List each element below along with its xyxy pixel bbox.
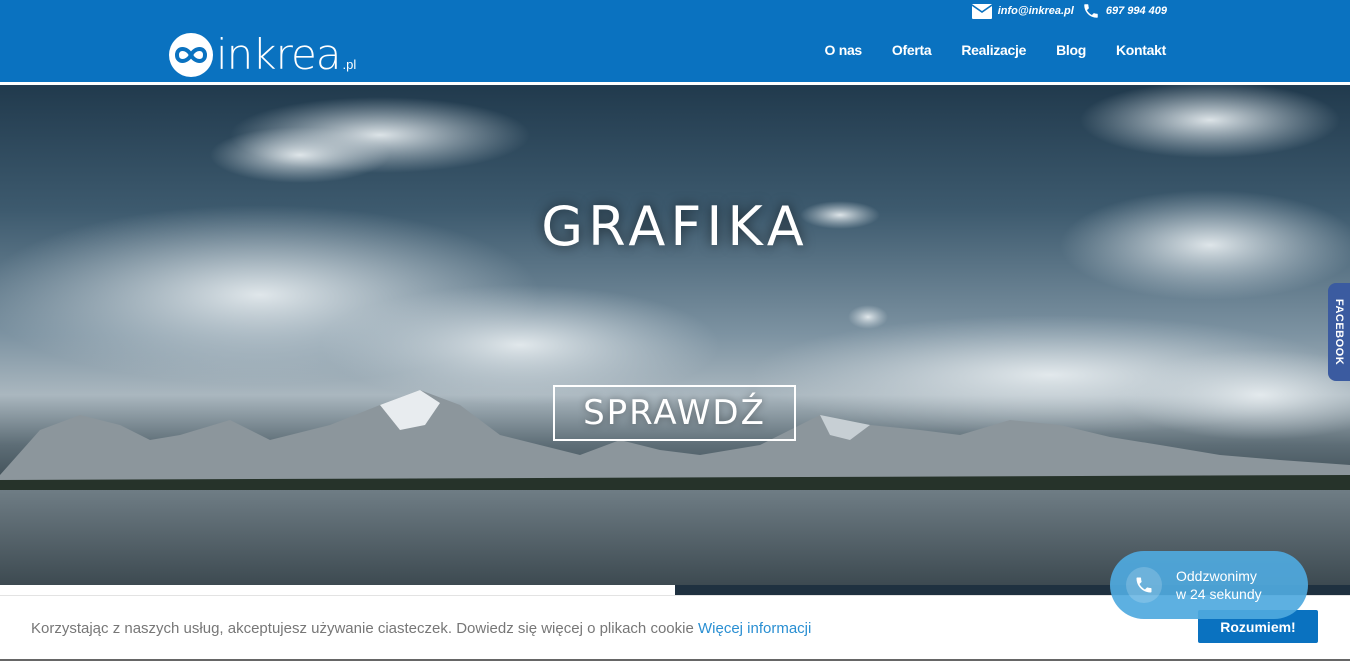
phone-icon [1126,567,1162,603]
callback-line-1: Oddzwonimy [1176,568,1257,584]
phone-text: 697 994 409 [1105,5,1167,17]
nav-item-o-nas[interactable]: O nas [825,42,863,58]
cookie-message-line: Korzystając z naszych usług, akceptujesz… [31,620,811,637]
main-nav: O nas Oferta Realizacje Blog Kontakt [825,42,1167,58]
logo[interactable]: inkrea .pl [168,28,356,78]
infinity-logo-icon [168,32,214,78]
hero-title: GRAFIKA [541,195,809,258]
nav-item-realizacje[interactable]: Realizacje [961,42,1026,58]
email-text: info@inkrea.pl [997,5,1074,17]
cookie-message: Korzystając z naszych usług, akceptujesz… [31,620,694,637]
more-info-link[interactable]: Więcej informacji [698,620,811,637]
slider-progress-fill [0,585,675,595]
nav-item-kontakt[interactable]: Kontakt [1116,42,1166,58]
logo-tld: .pl [342,57,357,72]
hero-slider: GRAFIKA SPRAWDŹ FACEBOOK [0,85,1350,585]
email-contact[interactable]: info@inkrea.pl [971,3,1074,19]
phone-contact[interactable]: 697 994 409 [1082,2,1167,20]
site-header: inkrea .pl info@inkrea.pl 697 994 409 O … [0,0,1350,82]
facebook-tab[interactable]: FACEBOOK [1328,283,1350,381]
hero-background-image [0,85,1350,585]
callback-line-2: w 24 sekundy [1176,586,1262,602]
facebook-tab-label: FACEBOOK [1333,298,1345,366]
nav-item-oferta[interactable]: Oferta [892,42,932,58]
phone-icon [1082,2,1100,20]
contact-bar: info@inkrea.pl 697 994 409 [971,0,1167,22]
nav-item-blog[interactable]: Blog [1056,42,1086,58]
check-button[interactable]: SPRAWDŹ [553,385,796,441]
envelope-icon [971,3,992,19]
logo-text: inkrea [216,30,342,79]
callback-widget[interactable]: Oddzwonimy w 24 sekundy [1110,551,1308,619]
callback-text: Oddzwonimy w 24 sekundy [1176,567,1262,603]
